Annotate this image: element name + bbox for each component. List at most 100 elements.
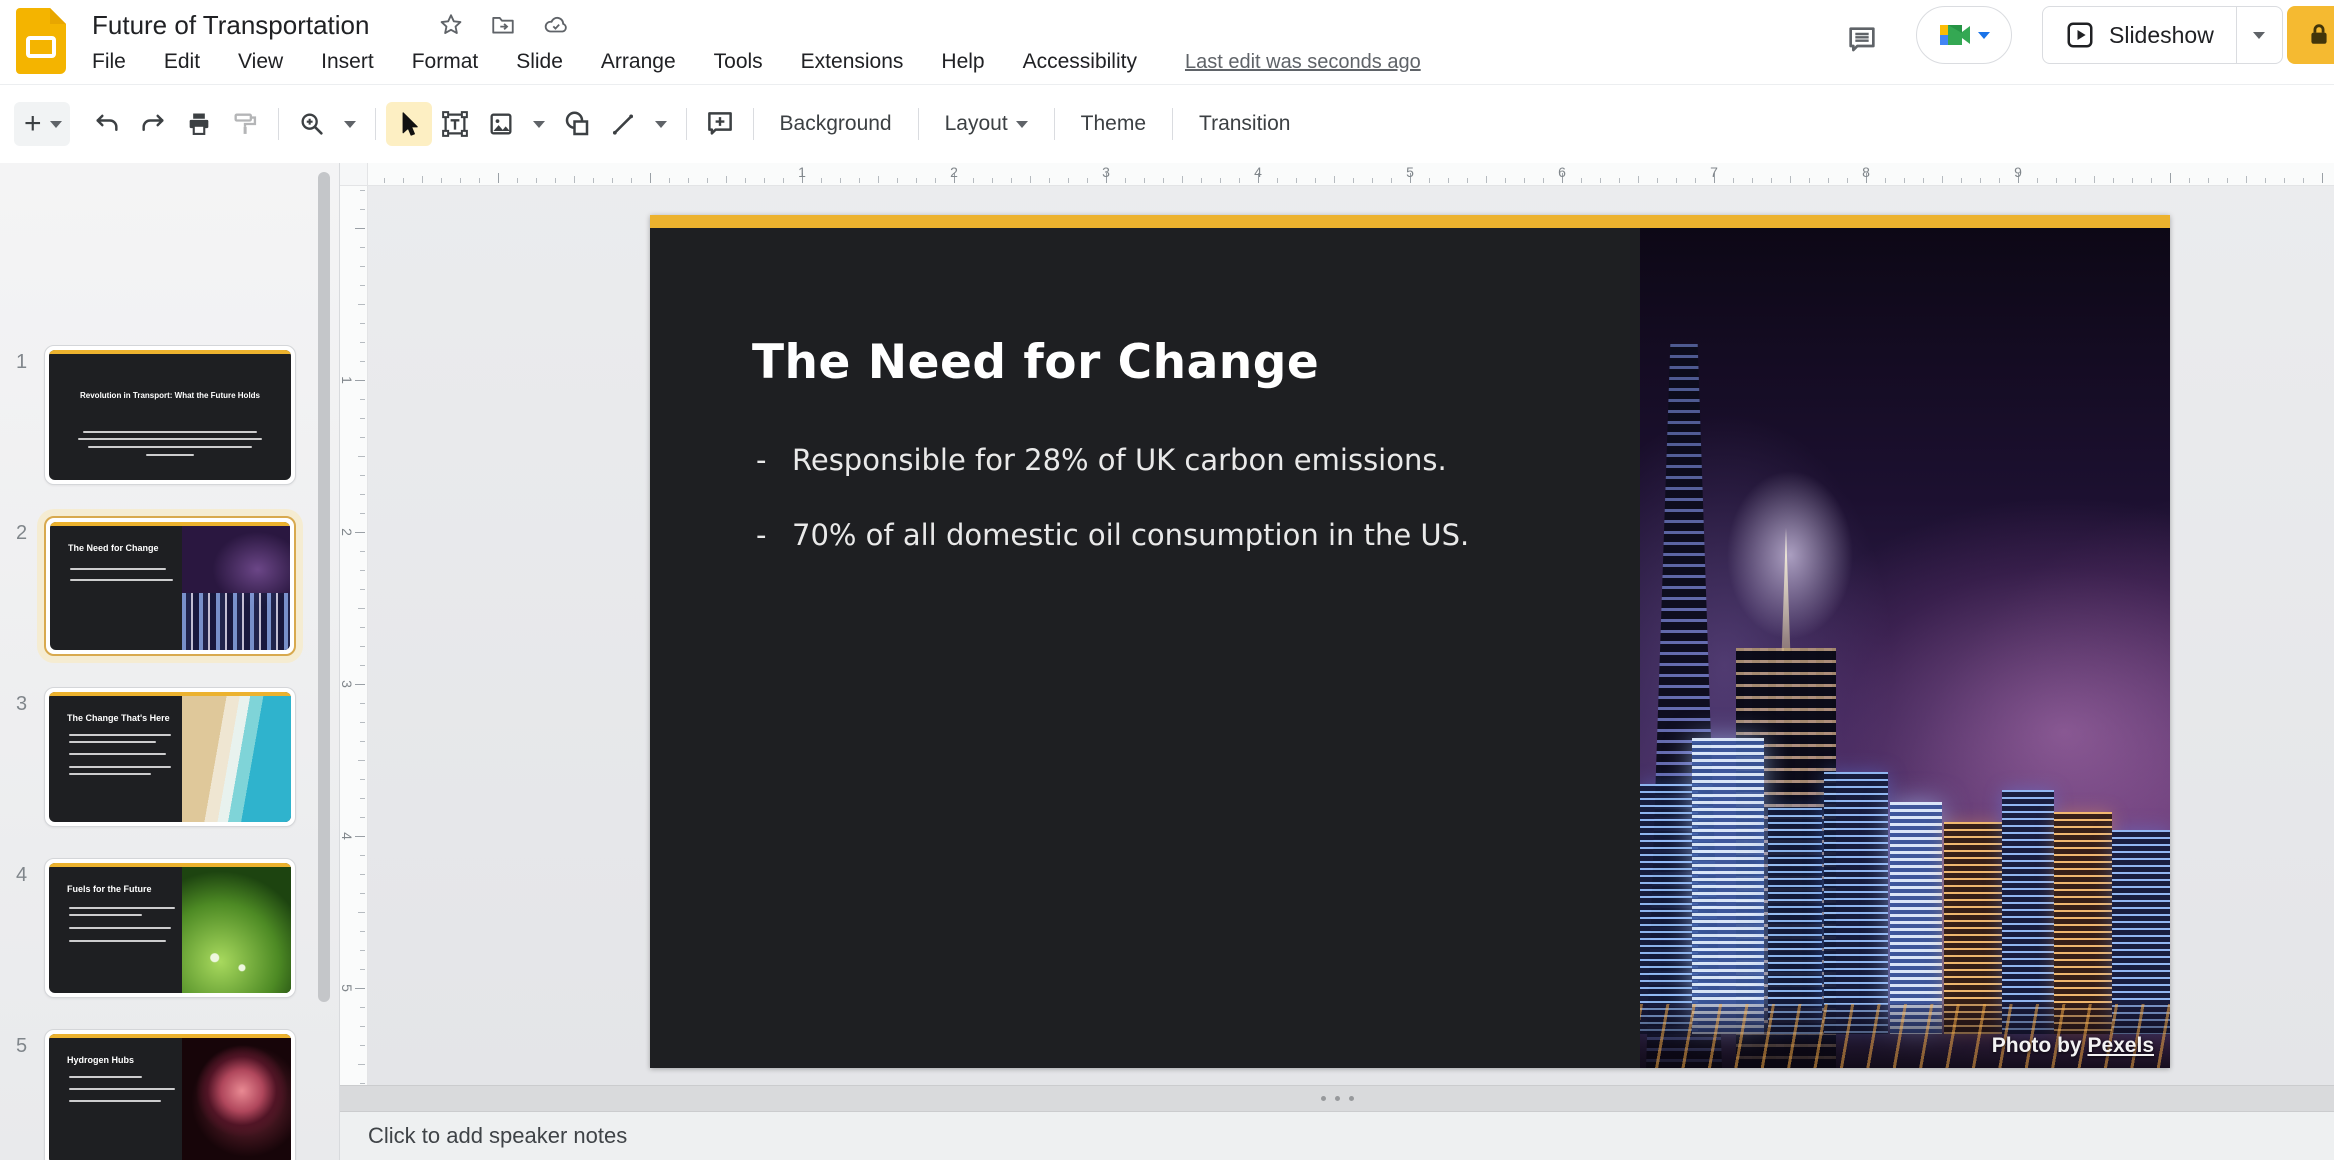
ruler-tick — [612, 178, 613, 183]
slide-thumbnail-1[interactable]: Revolution in Transport: What the Future… — [44, 345, 296, 485]
menu-edit[interactable]: Edit — [160, 47, 204, 77]
meet-camera-icon — [1938, 22, 1972, 48]
ruler-tick — [1011, 178, 1012, 183]
transition-button[interactable]: Transition — [1183, 103, 1306, 145]
insert-line-caret-icon[interactable] — [646, 102, 676, 146]
zoom-caret-icon[interactable] — [335, 102, 365, 146]
slide-thumbnail-5[interactable]: Hydrogen Hubs — [44, 1029, 296, 1160]
menu-arrange[interactable]: Arrange — [597, 47, 680, 77]
ruler-tick — [1581, 178, 1582, 183]
ruler-tick — [355, 836, 365, 837]
slideshow-options-button[interactable] — [2235, 7, 2282, 63]
paint-format-button[interactable] — [222, 102, 268, 146]
ruler-tick — [1391, 178, 1392, 183]
insert-image-button[interactable] — [478, 102, 524, 146]
thumb-accent-bar — [49, 350, 291, 354]
plus-icon: + — [24, 107, 42, 140]
filmstrip-scrollbar[interactable] — [318, 172, 330, 1002]
slide-thumbnail-3[interactable]: The Change That's Here — [44, 687, 296, 827]
move-to-folder-icon[interactable] — [490, 12, 516, 38]
ruler-tick — [479, 178, 480, 183]
ruler-tick — [360, 1026, 365, 1027]
thumb-title: Hydrogen Hubs — [67, 1055, 135, 1065]
ruler-tick — [355, 380, 365, 381]
theme-button-label: Theme — [1080, 112, 1147, 135]
text-box-tool-button[interactable] — [432, 102, 478, 146]
share-button[interactable] — [2287, 6, 2334, 64]
ruler-tick — [360, 798, 365, 799]
present-play-icon — [2065, 20, 2095, 50]
ruler-tick — [358, 760, 365, 761]
menu-extensions[interactable]: Extensions — [797, 47, 908, 77]
ruler-number: 2 — [950, 164, 958, 180]
print-button[interactable] — [176, 102, 222, 146]
menu-file[interactable]: File — [88, 47, 130, 77]
toolbar-separator — [277, 108, 279, 140]
thumb-title: Revolution in Transport: What the Future… — [80, 390, 260, 400]
ruler-tick — [360, 741, 365, 742]
ruler-tick — [688, 178, 689, 183]
ruler-tick — [1676, 178, 1677, 183]
menu-insert[interactable]: Insert — [317, 47, 378, 77]
ruler-tick — [2170, 173, 2171, 183]
ruler-tick — [360, 475, 365, 476]
slides-logo-icon[interactable] — [16, 8, 66, 74]
background-button[interactable]: Background — [764, 103, 908, 145]
ruler-tick — [878, 176, 879, 183]
insert-shape-button[interactable] — [554, 102, 600, 146]
ruler-number: 4 — [1254, 164, 1262, 180]
ruler-tick — [360, 437, 365, 438]
slide-body-text[interactable]: - Responsible for 28% of UK carbon emiss… — [756, 443, 1469, 593]
ruler-tick — [1809, 178, 1810, 183]
insert-line-button[interactable] — [600, 102, 646, 146]
ruler-tick — [1980, 178, 1981, 183]
ruler-tick — [669, 178, 670, 183]
redo-button[interactable] — [130, 102, 176, 146]
ruler-tick — [1771, 178, 1772, 183]
select-tool-button[interactable] — [385, 102, 432, 146]
undo-button[interactable] — [84, 102, 130, 146]
insert-image-caret-icon[interactable] — [524, 102, 554, 146]
slide-thumbnail-4[interactable]: Fuels for the Future — [44, 858, 296, 998]
layout-button-label: Layout — [944, 112, 1008, 135]
ruler-tick — [358, 1064, 365, 1065]
document-status-cloud-icon[interactable] — [542, 12, 570, 38]
ruler-tick — [360, 703, 365, 704]
ruler-tick — [1733, 178, 1734, 183]
menu-accessibility[interactable]: Accessibility — [1019, 47, 1141, 77]
slide-thumbnail-2-selected[interactable]: The Need for Change — [44, 516, 296, 656]
open-comments-button[interactable] — [1838, 16, 1886, 64]
ruler-tick — [2303, 178, 2304, 183]
menu-tools[interactable]: Tools — [710, 47, 767, 77]
ruler-tick — [897, 178, 898, 183]
menu-format[interactable]: Format — [408, 47, 483, 77]
zoom-tool-button[interactable] — [289, 102, 335, 146]
new-slide-caret-icon — [49, 120, 62, 128]
ruler-number: 5 — [340, 984, 355, 992]
new-slide-button[interactable]: + — [14, 102, 70, 146]
theme-button[interactable]: Theme — [1065, 103, 1162, 145]
insert-comment-button[interactable] — [697, 102, 743, 146]
ruler-tick — [1448, 178, 1449, 183]
slide-title[interactable]: The Need for Change — [752, 335, 1319, 390]
photo-credit-link[interactable]: Pexels — [2087, 1034, 2154, 1057]
thumb-grass-image — [182, 867, 291, 993]
ruler-tick — [2132, 178, 2133, 183]
menu-view[interactable]: View — [234, 47, 287, 77]
notes-resize-handle[interactable] — [340, 1085, 2334, 1112]
menu-slide[interactable]: Slide — [512, 47, 567, 77]
slideshow-button[interactable]: Slideshow — [2043, 7, 2236, 63]
current-slide[interactable]: The Need for Change - Responsible for 28… — [650, 215, 2170, 1068]
document-title[interactable]: Future of Transportation — [92, 10, 369, 41]
slide-accent-bar — [650, 215, 2170, 228]
ruler-number: 3 — [340, 680, 355, 688]
slide-photo-night-city[interactable]: Photo by Pexels — [1640, 228, 2170, 1068]
photo-credit: Photo by Pexels — [1992, 1034, 2154, 1058]
layout-button[interactable]: Layout — [929, 103, 1044, 145]
ruler-tick — [360, 779, 365, 780]
last-edit-link[interactable]: Last edit was seconds ago — [1185, 51, 1421, 74]
join-meet-button[interactable] — [1916, 6, 2012, 64]
menu-help[interactable]: Help — [937, 47, 988, 77]
speaker-notes-area[interactable]: Click to add speaker notes — [340, 1112, 2334, 1160]
star-icon[interactable] — [438, 12, 464, 38]
